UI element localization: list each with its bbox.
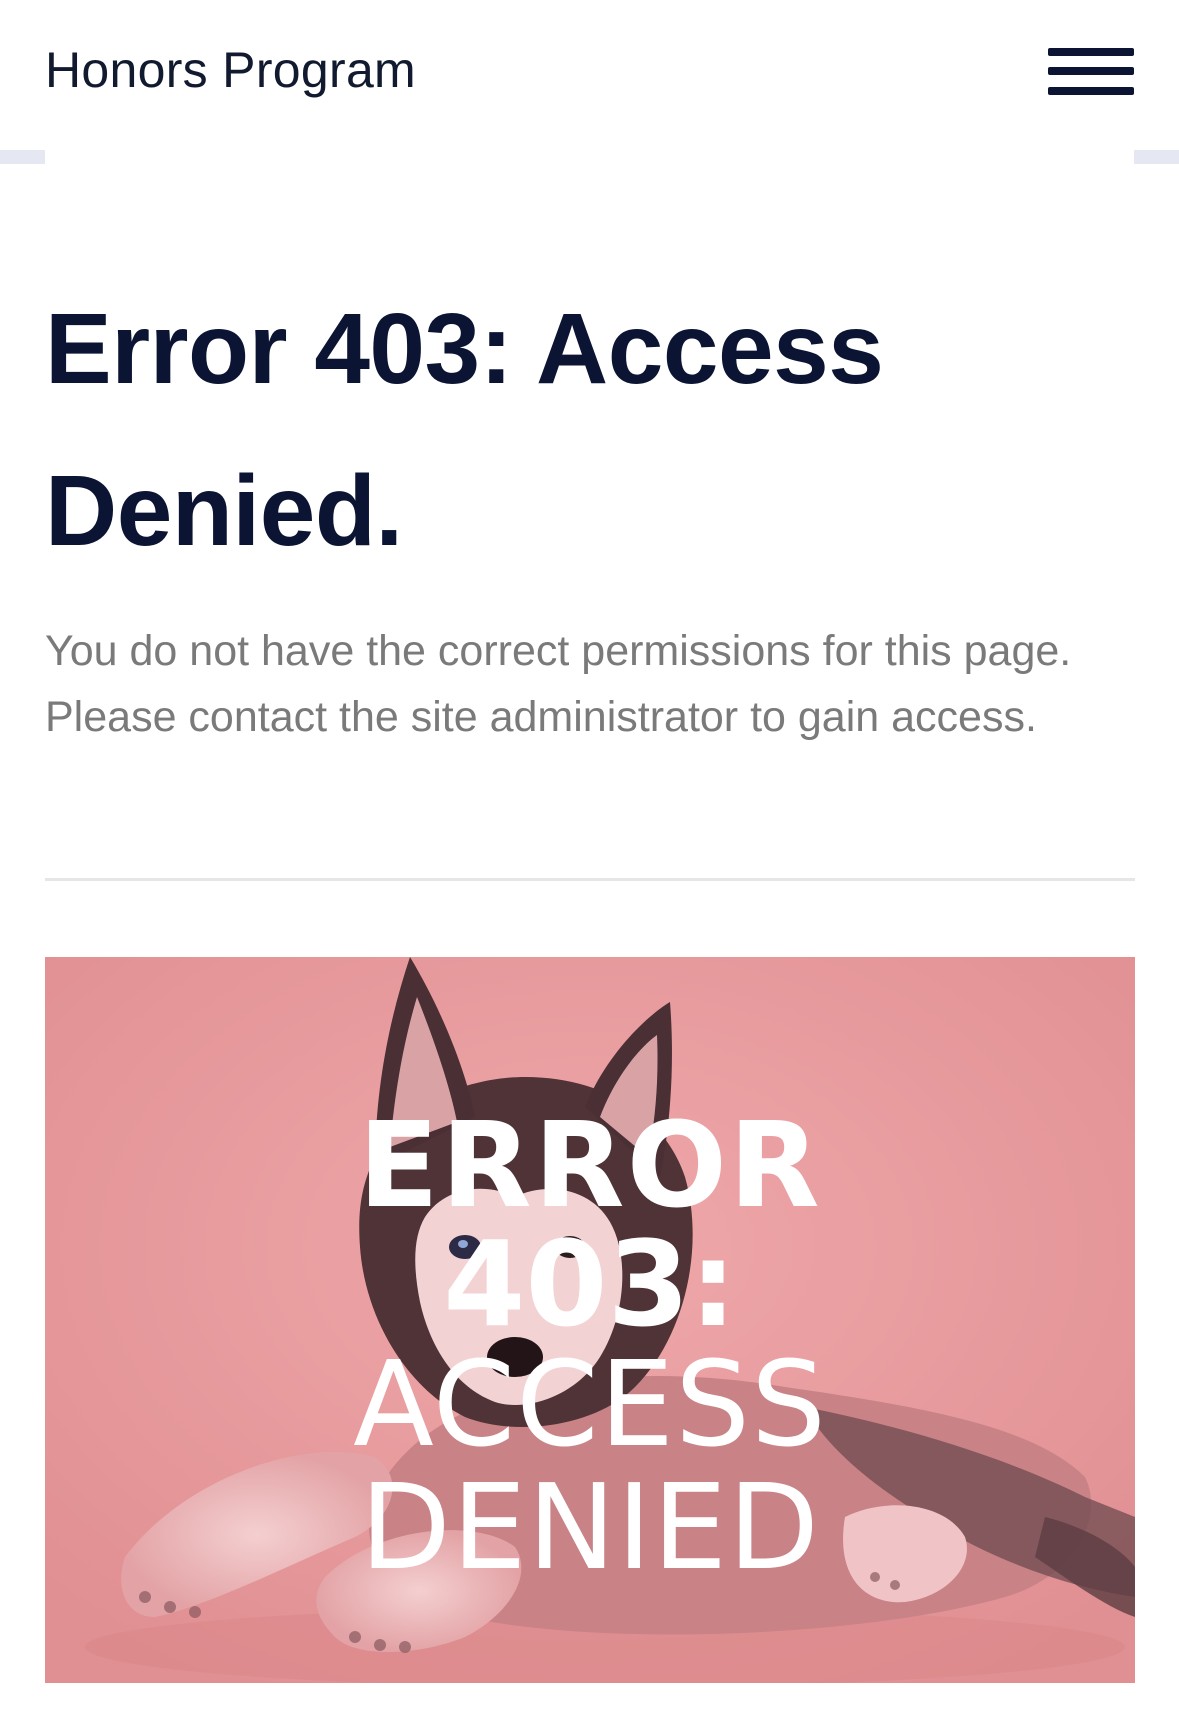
- hamburger-menu-icon-bar-bottom: [1048, 87, 1134, 95]
- site-title-link[interactable]: Honors Program: [45, 40, 416, 100]
- hamburger-menu-icon-bar-top: [1048, 48, 1134, 56]
- header-shadow-right: [1134, 150, 1179, 164]
- error-hero-image: ERROR 403: ACCESS DENIED: [45, 957, 1135, 1683]
- hero-text-line-code: 403:: [443, 1215, 737, 1353]
- hamburger-menu-icon-bar-middle: [1048, 67, 1134, 75]
- hero-text-overlay: ERROR 403: ACCESS DENIED: [45, 957, 1135, 1683]
- header-shadow-left: [0, 150, 45, 164]
- hero-text-line-access: ACCESS: [353, 1335, 827, 1473]
- hero-text-line-error: ERROR: [358, 1096, 822, 1234]
- site-header: Honors Program: [0, 0, 1179, 150]
- error-message: You do not have the correct permissions …: [45, 627, 1072, 741]
- page-title: Error 403: Access Denied.: [45, 293, 884, 567]
- hamburger-menu-button[interactable]: [1040, 40, 1140, 106]
- content-divider: [45, 878, 1135, 881]
- hero-text-line-denied: DENIED: [360, 1458, 820, 1596]
